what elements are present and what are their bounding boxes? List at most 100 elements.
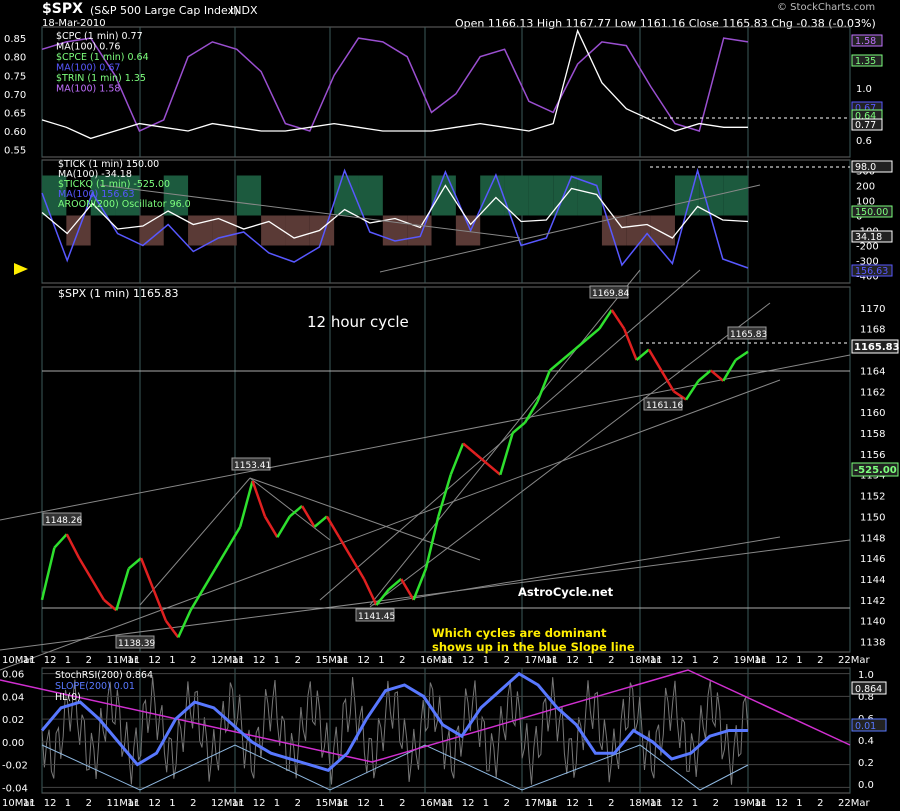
- x-tick-label-top: 2: [817, 655, 823, 666]
- price-segment: [103, 598, 118, 612]
- right-label-tick: 150.00: [855, 207, 888, 218]
- x-tick-label-top: 11: [754, 655, 767, 666]
- x-tick-label-top: 12: [566, 655, 579, 666]
- price-legend: $SPX (1 min) 1165.83: [58, 287, 178, 300]
- price-segment: [214, 547, 229, 570]
- x-tick-label-bottom: 2: [504, 798, 510, 809]
- y-tick-label-cpc: 0.75: [4, 71, 26, 82]
- price-segment: [152, 588, 168, 622]
- legend-rsi: StochRSI(200) 0.864: [55, 670, 153, 681]
- x-tick-label-bottom: 12: [671, 798, 684, 809]
- y-tick-right-cpc: 0.6: [856, 136, 872, 147]
- price-segment: [647, 348, 663, 372]
- y-tick-label-cpc: 0.55: [4, 146, 26, 157]
- grid-layer: [41, 26, 851, 794]
- x-tick-label-bottom: 2: [399, 798, 405, 809]
- x-tick-label-top: 11: [336, 655, 349, 666]
- price-segment: [424, 516, 440, 569]
- price-segment: [499, 432, 514, 476]
- text-layer: 10Mar11 12 1 2 11Mar11 12 1 2 12Mar11 12 1 2 15Mar11…: [2, 31, 900, 809]
- price-segment: [400, 578, 415, 601]
- price-segment: [610, 309, 626, 330]
- price-label: 1165.83: [730, 330, 767, 340]
- price-segment: [65, 533, 81, 559]
- x-tick-label-bottom: 12: [566, 798, 579, 809]
- price-segment: [685, 380, 700, 401]
- x-tick-label-bottom: 11: [754, 798, 767, 809]
- aroon-bar: [285, 215, 310, 246]
- x-tick-label-top: 12: [671, 655, 684, 666]
- x-tick-label-top: 1: [796, 655, 802, 666]
- aroon-bar: [723, 175, 748, 216]
- y-tick-right-rsi: 0.2: [858, 758, 874, 769]
- stochrsi-line: [41, 676, 749, 785]
- y-tick-right-rsi: 0.0: [858, 780, 874, 791]
- y-tick-label-price: 1164: [860, 366, 885, 377]
- price-segment: [462, 442, 477, 455]
- price-segment: [251, 480, 267, 517]
- x-tick-label-top: 1: [692, 655, 698, 666]
- right-label-cpc: 0.77: [855, 120, 876, 131]
- y-tick-right-cpc: 1.0: [856, 84, 872, 95]
- price-segment: [573, 338, 588, 351]
- x-tick-label-top: 1: [378, 655, 384, 666]
- y-tick-label-price: 1162: [860, 387, 885, 398]
- panel-frame-cpc: [41, 26, 851, 158]
- y-tick-right-rsi: 1.0: [858, 670, 874, 681]
- cpc-panel: [41, 28, 850, 140]
- y-tick-label-price: 1168: [860, 325, 885, 336]
- y-tick-label-rsi: 0.04: [2, 692, 24, 703]
- trendline: [0, 379, 781, 671]
- price-segment: [177, 609, 192, 638]
- chart-svg: 10Mar11 12 1 2 11Mar11 12 1 2 12Mar11 12 1 2 15Mar11…: [0, 26, 900, 809]
- x-tick-label-top: 22Mar: [838, 655, 870, 666]
- aroon-bar: [212, 215, 237, 246]
- x-tick-label-top: 11: [232, 655, 245, 666]
- x-tick-label-bottom: 2: [190, 798, 196, 809]
- aroon-bar: [188, 215, 213, 246]
- x-tick-label-top: 12: [775, 655, 788, 666]
- y-tick-label-rsi: -0.02: [2, 761, 28, 772]
- y-tick-label-rsi: 0.06: [2, 670, 24, 681]
- price-label: 1153.41: [234, 461, 271, 471]
- price-label: 1148.26: [45, 516, 82, 526]
- y-tick-label-price: 1138: [860, 638, 885, 649]
- legend-rsi: SLOPE(200) 0.01: [55, 681, 135, 692]
- y-tick-label-cpc: 0.85: [4, 34, 26, 45]
- price-segment: [325, 515, 341, 538]
- x-tick-label-bottom: 11: [23, 798, 36, 809]
- x-tick-label-bottom: 11: [336, 798, 349, 809]
- x-tick-label-top: 2: [86, 655, 92, 666]
- legend-cpc: $CPCE (1 min) 0.64: [56, 52, 149, 63]
- price-segment: [40, 547, 56, 601]
- y-tick-label-cpc: 0.80: [4, 53, 26, 64]
- y-tick-right-rsi: 0.4: [858, 736, 874, 747]
- x-tick-label-top: 1: [65, 655, 71, 666]
- aroon-bar: [358, 175, 383, 216]
- price-segment: [313, 515, 328, 528]
- y-tick-label-price: 1146: [860, 554, 885, 565]
- x-tick-label-bottom: 12: [775, 798, 788, 809]
- price-segment: [622, 328, 638, 361]
- x-tick-label-bottom: 11: [441, 798, 454, 809]
- price-segment: [201, 567, 217, 591]
- y-tick-label-price: 1160: [860, 408, 885, 419]
- x-tick-label-top: 1: [274, 655, 280, 666]
- price-segment: [226, 526, 242, 549]
- x-tick-label-bottom: 11: [127, 798, 140, 809]
- x-tick-label-bottom: 22Mar: [838, 798, 870, 809]
- chart-stage: $SPX (S&P 500 Large Cap Index) INDX 18-M…: [0, 0, 900, 811]
- x-tick-label-top: 12: [253, 655, 266, 666]
- note-line1: Which cycles are dominant: [432, 626, 607, 640]
- price-segment: [53, 533, 68, 549]
- y-tick-label-price: 1144: [860, 575, 885, 586]
- x-tick-label-top: 2: [190, 655, 196, 666]
- right-label-price: -525.00: [854, 465, 897, 476]
- right-label-price: 1165.83: [854, 342, 900, 353]
- price-segment: [449, 442, 465, 476]
- x-tick-label-top: 12: [44, 655, 57, 666]
- y-tick-label-cpc: 0.60: [4, 127, 26, 138]
- y-tick-label-cpc: 0.70: [4, 90, 26, 101]
- price-segment: [487, 463, 502, 476]
- aroon-bar: [236, 175, 262, 216]
